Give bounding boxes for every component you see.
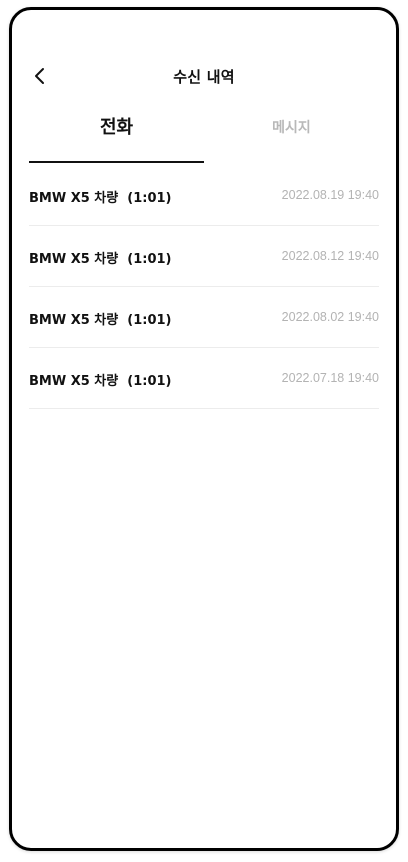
tab-bar: 전화 메시지 — [29, 107, 379, 163]
call-timestamp: 2022.08.02 19:40 — [281, 310, 379, 324]
active-tab-indicator — [29, 161, 204, 163]
tab-messages-label: 메시지 — [272, 120, 311, 136]
phone-frame: 수신 내역 전화 메시지 BMW X5 차량 (1:01) 2022.08.19… — [9, 7, 399, 851]
tab-messages[interactable]: 메시지 — [204, 107, 379, 163]
call-title: BMW X5 차량 (1:01) — [29, 191, 172, 206]
call-timestamp: 2022.08.19 19:40 — [281, 188, 379, 202]
call-title: BMW X5 차량 (1:01) — [29, 313, 172, 328]
tab-calls[interactable]: 전화 — [29, 107, 204, 163]
call-title: BMW X5 차량 (1:01) — [29, 252, 172, 267]
list-item[interactable]: BMW X5 차량 (1:01) 2022.08.02 19:40 — [29, 287, 379, 348]
list-item[interactable]: BMW X5 차량 (1:01) 2022.07.18 19:40 — [29, 348, 379, 409]
top-bar: 수신 내역 — [12, 62, 396, 90]
call-timestamp: 2022.07.18 19:40 — [281, 371, 379, 385]
list-item[interactable]: BMW X5 차량 (1:01) 2022.08.12 19:40 — [29, 226, 379, 287]
page-title: 수신 내역 — [173, 68, 235, 86]
call-title: BMW X5 차량 (1:01) — [29, 374, 172, 389]
call-history-list: BMW X5 차량 (1:01) 2022.08.19 19:40 BMW X5… — [29, 165, 379, 409]
list-item[interactable]: BMW X5 차량 (1:01) 2022.08.19 19:40 — [29, 165, 379, 226]
call-timestamp: 2022.08.12 19:40 — [281, 249, 379, 263]
tab-calls-label: 전화 — [99, 117, 134, 138]
